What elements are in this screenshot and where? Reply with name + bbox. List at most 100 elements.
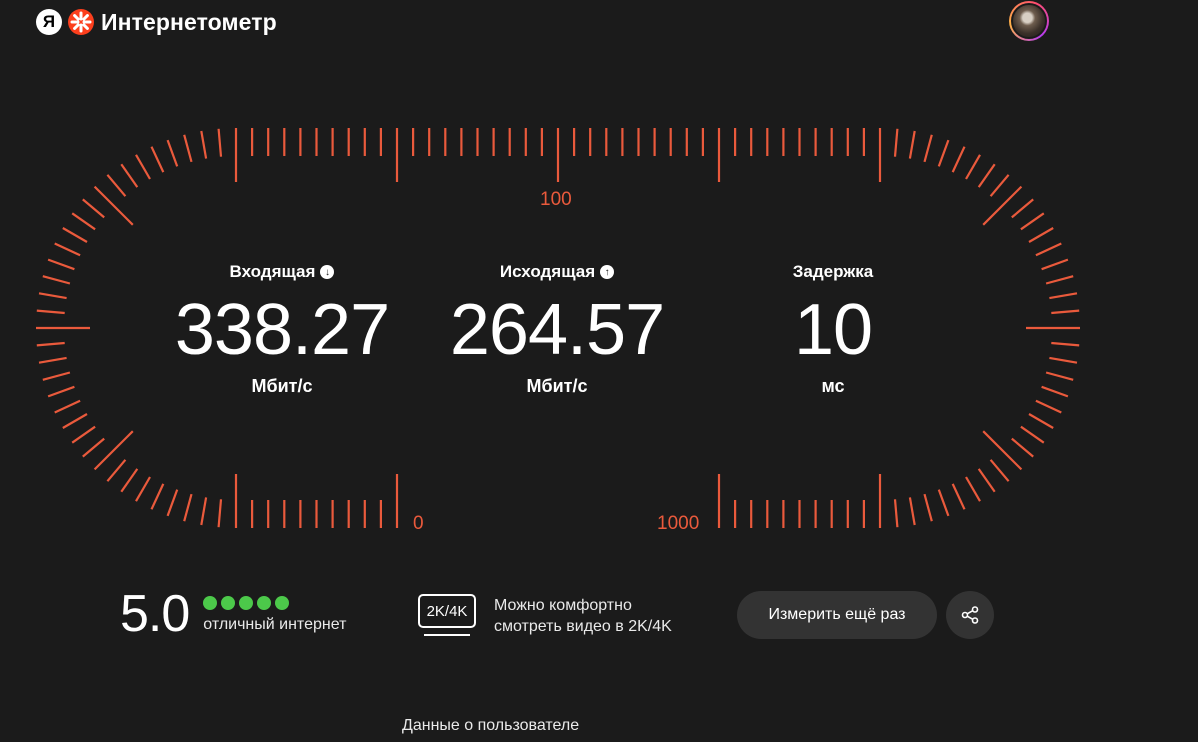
upload-value: 264.57 — [449, 290, 665, 370]
gauge-tick — [1028, 413, 1054, 429]
latency-metric: Задержка 10 мс — [703, 260, 963, 397]
share-button[interactable] — [946, 591, 994, 639]
rating-dot — [275, 596, 290, 610]
rating-dot — [257, 596, 272, 610]
upload-label: Исходящая — [499, 262, 596, 281]
gauge-tick — [36, 341, 65, 347]
upload-metric: Исходящая ↑ 264.57 Мбит/с — [427, 260, 687, 397]
gauge-tick — [217, 499, 223, 528]
gauge-tick — [38, 356, 67, 364]
retest-button[interactable]: Измерить ещё раз — [737, 591, 937, 639]
gauge-tick — [1051, 341, 1080, 347]
gauge-tick — [93, 430, 134, 471]
gauge-tick — [71, 212, 96, 231]
gauge-tick — [150, 483, 165, 510]
share-icon — [961, 606, 979, 624]
gauge-tick — [1049, 356, 1078, 364]
gauge-tick — [183, 134, 193, 163]
gauge-label-top: 100 — [540, 189, 572, 210]
tv-stand — [424, 634, 470, 636]
latency-label-row: Задержка — [703, 260, 963, 284]
latency-label: Задержка — [792, 262, 874, 281]
gauge-tick — [183, 493, 193, 522]
gauge-tick — [200, 497, 208, 526]
gauge-tick — [893, 499, 899, 528]
gauge-tick — [42, 275, 71, 285]
gauge-tick — [1028, 227, 1054, 243]
gauge-tick — [1011, 198, 1034, 219]
download-label-row: Входящая ↓ — [152, 260, 412, 284]
gauge-tick — [977, 468, 996, 493]
quality-description: Можно комфортно смотреть видео в 2K/4K — [494, 595, 672, 637]
gauge-tick — [1035, 242, 1062, 257]
gauge-tick — [1020, 212, 1045, 231]
gauge-tick — [1035, 399, 1062, 414]
gauge-tick — [217, 128, 223, 157]
gauge-tick — [42, 371, 71, 381]
gauge-tick — [106, 174, 127, 197]
gauge-tick — [977, 163, 996, 188]
gauge-tick — [82, 198, 105, 219]
gauge-tick — [937, 489, 950, 517]
gauge-tick — [908, 497, 916, 526]
rating-text: отличный интернет — [203, 616, 347, 633]
upload-unit: Мбит/с — [526, 376, 588, 396]
arrow-up-icon: ↑ — [600, 265, 615, 279]
gauge-tick — [1045, 371, 1074, 381]
download-value: 338.27 — [174, 290, 390, 370]
gauge-tick — [923, 493, 933, 522]
rating-score: 5.0 — [120, 585, 190, 643]
gauge-tick — [93, 185, 134, 226]
gauge-tick — [135, 154, 151, 180]
gauge-tick — [54, 242, 81, 257]
gauge-tick — [120, 468, 139, 493]
gauge-tick — [1041, 385, 1069, 398]
user-data-link[interactable]: Данные о пользователе — [402, 717, 579, 735]
gauge-tick — [951, 483, 966, 510]
gauge-tick — [36, 309, 65, 315]
gauge-tick — [1049, 292, 1078, 300]
gauge-tick — [982, 430, 1023, 471]
latency-unit: мс — [821, 376, 845, 396]
gauge-tick — [135, 476, 151, 502]
gauge-tick — [82, 437, 105, 458]
gauge-tick — [150, 146, 165, 173]
quality-text-line1: Можно комфортно — [494, 597, 632, 614]
gauge-label-bottom-right: 1000 — [657, 513, 700, 534]
rating-dot — [221, 596, 236, 610]
gauge-tick — [62, 227, 88, 243]
download-metric: Входящая ↓ 338.27 Мбит/с — [152, 260, 412, 397]
gauge-tick — [62, 413, 88, 429]
rating-dot — [239, 596, 254, 610]
gauge-tick — [47, 258, 75, 271]
gauge-tick — [71, 425, 96, 444]
gauge-tick — [38, 292, 67, 300]
gauge-tick — [893, 128, 899, 157]
gauge-tick — [923, 134, 933, 163]
gauge-label-bottom-left: 0 — [413, 513, 424, 534]
gauge-tick — [120, 163, 139, 188]
gauge-tick — [166, 489, 179, 517]
gauge-tick — [951, 146, 966, 173]
gauge-tick — [54, 399, 81, 414]
gauge-tick — [166, 139, 179, 167]
gauge-tick — [965, 154, 981, 180]
gauge-tick — [989, 174, 1010, 197]
rating-dots — [203, 596, 346, 610]
download-label: Входящая — [229, 262, 316, 281]
video-quality-block: 2K/4K Можно комфортно смотреть видео в 2… — [418, 594, 672, 640]
gauge-tick — [1051, 309, 1080, 315]
gauge-tick — [965, 476, 981, 502]
latency-value: 10 — [793, 290, 873, 370]
gauge-tick — [106, 459, 127, 482]
gauge-tick — [200, 130, 208, 159]
gauge-tick — [982, 185, 1023, 226]
tv-icon: 2K/4K — [418, 594, 480, 640]
quality-badge: 2K/4K — [418, 594, 476, 628]
gauge-tick — [1020, 425, 1045, 444]
gauge-tick — [908, 130, 916, 159]
gauge-tick — [1041, 258, 1069, 271]
gauge-tick — [1011, 437, 1034, 458]
gauge-tick — [937, 139, 950, 167]
quality-text-line2: смотреть видео в 2K/4K — [494, 618, 672, 635]
